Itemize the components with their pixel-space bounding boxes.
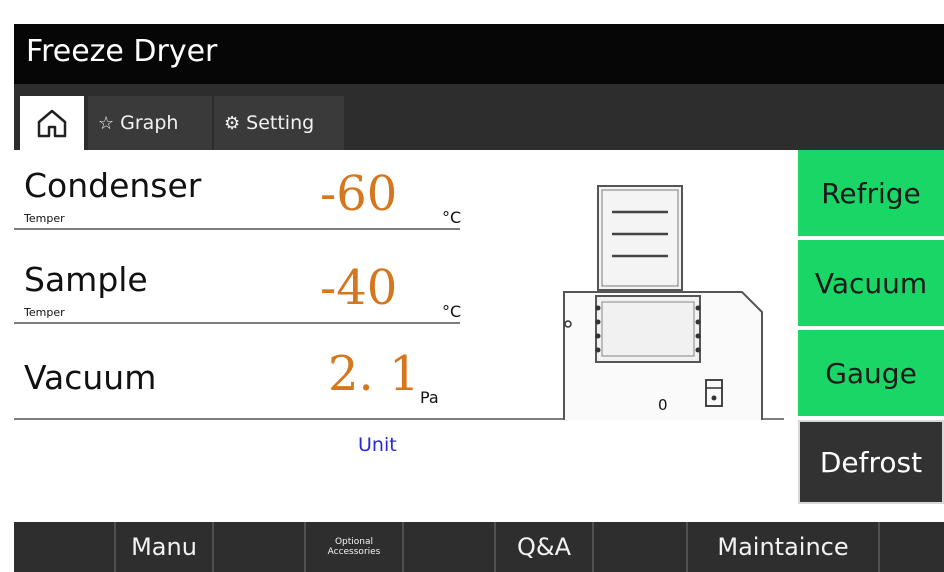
condenser-value: -60 (320, 166, 398, 222)
condenser-divider (14, 228, 460, 230)
nav-separator (878, 522, 880, 572)
condenser-label: Condenser (24, 166, 202, 205)
app-window: Freeze Dryer ☆ Graph ⚙ Setting Condenser… (14, 24, 944, 572)
nav-separator (212, 522, 214, 572)
title-bar: Freeze Dryer (14, 24, 944, 84)
unit-button[interactable]: Unit (358, 434, 397, 456)
nav-optional-line1: Optional (334, 537, 374, 547)
tab-graph-label: Graph (120, 112, 179, 134)
nav-separator (592, 522, 594, 572)
tab-graph[interactable]: ☆ Graph (88, 96, 212, 150)
gear-icon: ⚙ (224, 112, 241, 134)
star-icon: ☆ (98, 112, 115, 134)
sample-divider (14, 322, 460, 324)
app-title: Freeze Dryer (26, 34, 218, 69)
sample-label: Sample (24, 260, 148, 299)
defrost-button[interactable]: Defrost (798, 420, 944, 504)
vacuum-value: 2. 1 (328, 346, 420, 402)
sample-sub-label: Temper (24, 306, 65, 319)
tab-home[interactable] (20, 96, 84, 150)
tab-bar: ☆ Graph ⚙ Setting (14, 84, 944, 150)
vacuum-unit: Pa (420, 388, 439, 407)
freeze-dryer-diagram (563, 185, 763, 420)
vacuum-label: Vacuum (24, 358, 157, 397)
condenser-sub-label: Temper (24, 212, 65, 225)
diagram-counter: 0 (658, 396, 668, 414)
sample-unit: °C (442, 302, 462, 321)
nav-qa[interactable]: Q&A (496, 522, 592, 572)
refrige-button[interactable]: Refrige (798, 150, 944, 236)
sample-value: -40 (320, 260, 398, 316)
nav-manu[interactable]: Manu (116, 522, 212, 572)
nav-maintaince[interactable]: Maintaince (688, 522, 878, 572)
nav-separator (402, 522, 404, 572)
vacuum-button[interactable]: Vacuum (798, 240, 944, 326)
main-panel: Condenser Temper -60 °C Sample Temper -4… (14, 150, 944, 522)
nav-optional-line2: Accessories (327, 547, 381, 557)
bottom-nav: Manu Optional Accessories Q&A Maintaince (14, 522, 944, 572)
nav-optional-accessories[interactable]: Optional Accessories (306, 522, 402, 572)
gauge-button[interactable]: Gauge (798, 330, 944, 416)
tab-setting-label: Setting (246, 112, 315, 134)
tab-setting[interactable]: ⚙ Setting (214, 96, 344, 150)
home-icon (37, 109, 67, 138)
condenser-unit: °C (442, 208, 462, 227)
